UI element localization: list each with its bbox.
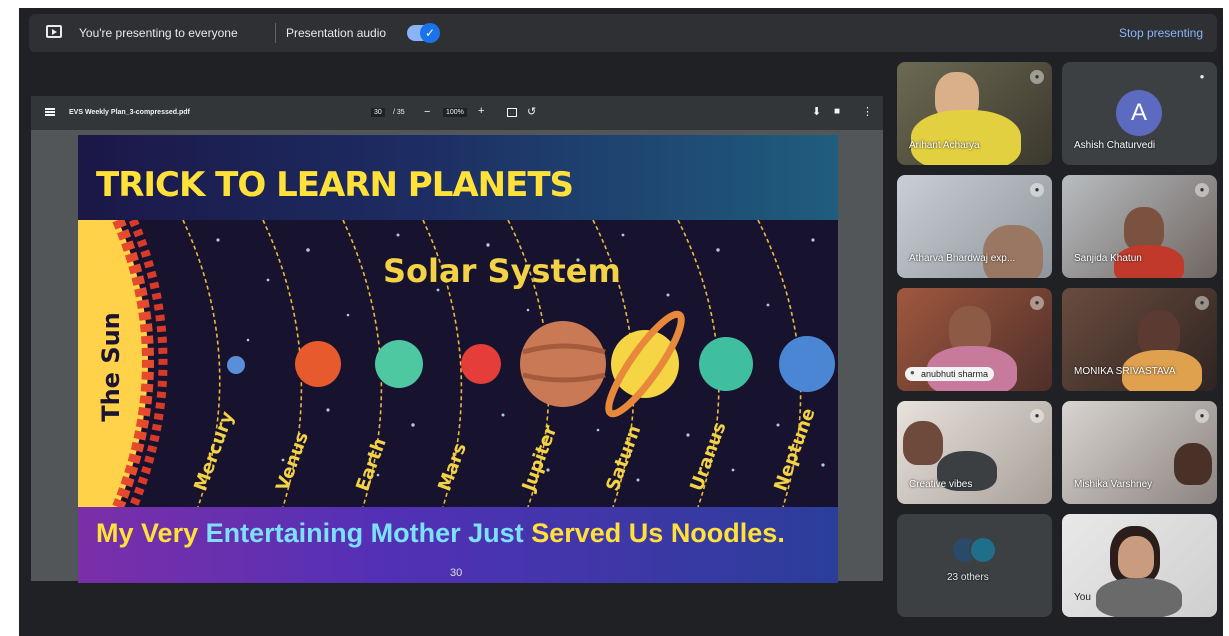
avatar: A (1116, 90, 1162, 136)
planet-jupiter (520, 321, 606, 407)
slide-title: TRICK TO LEARN PLANETS (96, 165, 574, 205)
participant-name: MONIKA SRIVASTAVA (1074, 366, 1176, 377)
planet-uranus (699, 337, 753, 391)
presentation-audio-toggle[interactable]: ✓ (407, 23, 440, 43)
mic-icon: ● (1030, 183, 1044, 197)
participant-name: Sanjida Khatun (1074, 253, 1142, 264)
others-tile[interactable]: 23 others (897, 514, 1052, 617)
rotate-icon[interactable]: ↺ (527, 105, 536, 118)
more-options-icon[interactable]: ⋮ (862, 105, 873, 118)
mnemonic-sentence: My Very Entertaining Mother Just Served … (96, 518, 785, 548)
pdf-file-name: EVS Weekly Plan_3-compressed.pdf (69, 109, 190, 116)
zoom-in-icon[interactable]: + (478, 105, 484, 117)
sun-label: The Sun (96, 312, 125, 422)
divider (275, 23, 276, 43)
mic-off-icon: ● (1199, 72, 1205, 81)
participant-name: Creative vibes (909, 479, 973, 490)
menu-icon[interactable] (45, 108, 55, 116)
participant-tile[interactable]: ● Mishika Varshney (1062, 401, 1217, 504)
mic-icon: ● (1195, 183, 1209, 197)
meet-window: You're presenting to everyone Presentati… (19, 8, 1223, 636)
download-icon[interactable]: ⬇ (812, 105, 821, 118)
avatar (969, 536, 997, 564)
participant-name: Mishika Varshney (1074, 479, 1153, 490)
participant-name: Atharva Bhardwaj exp... (909, 253, 1016, 264)
participant-tile[interactable]: ● Creative vibes (897, 401, 1052, 504)
stop-presenting-button[interactable]: Stop presenting (1119, 26, 1203, 40)
mic-icon: ● (1030, 296, 1044, 310)
planet-earth (375, 340, 423, 388)
slide-page-number: 30 (450, 567, 463, 579)
planet-venus (295, 341, 341, 387)
planet-mercury (227, 356, 245, 374)
planet-neptune (779, 336, 835, 392)
check-icon: ✓ (420, 23, 440, 43)
page-total: / 35 (393, 109, 405, 116)
participant-tile[interactable]: ● anubhuti sharma (897, 288, 1052, 391)
solar-system-title: Solar System (383, 252, 621, 290)
presenting-bar: You're presenting to everyone Presentati… (29, 14, 1217, 52)
participant-tile[interactable]: ● MONIKA SRIVASTAVA (1062, 288, 1217, 391)
others-count: 23 others (947, 572, 989, 583)
participant-tile[interactable]: ● Arihant Acharya (897, 62, 1052, 165)
participant-tile[interactable]: A ● Ashish Chaturvedi (1062, 62, 1217, 165)
participant-name: Arihant Acharya (909, 140, 980, 151)
pdf-page-slide: TRICK TO LEARN PLANETS The Sun Solar Sys… (78, 135, 838, 583)
print-icon[interactable]: ■ (834, 106, 840, 117)
presenting-status: You're presenting to everyone (79, 26, 238, 40)
present-screen-icon (46, 25, 62, 38)
zoom-out-icon[interactable]: − (424, 106, 430, 118)
mic-icon: ● (1030, 70, 1044, 84)
participant-name: anubhuti sharma (905, 367, 995, 381)
participant-name: Ashish Chaturvedi (1074, 140, 1156, 151)
zoom-level-input[interactable]: 100% (443, 108, 467, 117)
pdf-toolbar: EVS Weekly Plan_3-compressed.pdf 30 / 35… (31, 96, 883, 130)
participant-tile[interactable]: ● Sanjida Khatun (1062, 175, 1217, 278)
mic-icon: ● (1195, 296, 1209, 310)
planet-mars (461, 344, 501, 384)
presentation-audio-label: Presentation audio (286, 26, 387, 40)
page-number-input[interactable]: 30 (371, 108, 385, 117)
mic-icon: ● (1030, 409, 1044, 423)
participant-tile-self[interactable]: You (1062, 514, 1217, 617)
mic-icon: ● (1195, 409, 1209, 423)
participant-tile[interactable]: ● Atharva Bhardwaj exp... (897, 175, 1052, 278)
participant-name: You (1074, 592, 1091, 603)
fit-page-icon[interactable] (507, 108, 517, 117)
